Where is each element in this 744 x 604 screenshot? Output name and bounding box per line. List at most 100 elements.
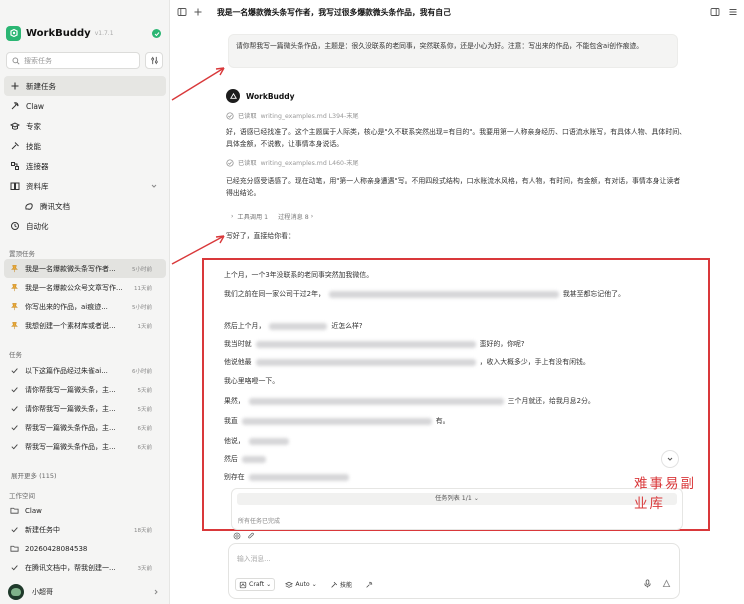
brand: WorkBuddy v1.7.1 (6, 24, 114, 42)
workspace-item[interactable]: Claw (4, 501, 166, 520)
read-file-name: writing_examples.md L460-末尾 (260, 160, 359, 167)
pinned-task-item[interactable]: 我想创建一个素材库或者说... 1天前 (4, 316, 166, 335)
task-item[interactable]: 请你帮我写一篇微头条，主... 5天前 (4, 380, 166, 399)
assistant-paragraph: 已经充分感受语感了。现在动笔，用"第一人称亲身遭遇"写。不用四段式结构，口水账流… (226, 177, 681, 197)
task-time: 6天前 (137, 425, 153, 432)
library-icon (10, 181, 20, 191)
task-item[interactable]: 帮我写一篇微头条作品，主... 6天前 (4, 437, 166, 456)
skills-button[interactable]: 技能 (327, 578, 355, 591)
send-icon[interactable] (662, 579, 671, 588)
folder-icon (10, 544, 19, 553)
task-time: 5天前 (137, 406, 153, 413)
nav-tencent-docs[interactable]: 腾讯文档 (4, 196, 166, 216)
filter-icon (150, 56, 158, 65)
nav-expert[interactable]: 专家 (4, 116, 166, 136)
task-title: 请你帮我写一篇微头条，主... (25, 385, 116, 394)
workspace-title: 20260428084538 (25, 544, 88, 553)
workspace-item[interactable]: 在腾讯文档中，帮我创建一... 3天前 (4, 558, 166, 577)
sidebar-toggle-icon[interactable] (177, 7, 187, 17)
article-line: 我们之前在同一家公司干过2年， 我甚至都忘记他了。 (224, 290, 625, 298)
tool-call-label: 工具调用 1 (237, 214, 269, 221)
nav-claw[interactable]: Claw (4, 96, 166, 116)
paperclip-icon[interactable] (247, 532, 255, 540)
article-line: 他说他最 ，收入大概多少，手上有没有闲钱。 (224, 358, 590, 366)
connector-icon (10, 161, 20, 171)
user-profile[interactable]: 小超哥 (8, 583, 162, 601)
workspace-list: Claw 新建任务中 18天前 20260428084538 在腾讯文档中，帮我… (4, 501, 166, 577)
page-title: 我是一名爆款微头条写作者，我写过很多爆款微头条作品，我有自己 (217, 7, 451, 17)
nav-library[interactable]: 资料库 (4, 176, 166, 196)
tools-button[interactable] (362, 578, 378, 591)
menu-icon[interactable] (728, 7, 738, 17)
process-msg-toggle[interactable]: 过程消息 8 › (278, 212, 313, 221)
sidebar-nav: 新建任务 Claw 专家 技能 连接器 资料库 腾讯文档 自动化 (4, 76, 166, 236)
task-item[interactable]: 以下这篇作品经过朱雀ai... 6小时前 (4, 361, 166, 380)
article-line: 果然， 三个月就还，给我月息2分。 (224, 397, 595, 405)
user-name: 小超哥 (32, 588, 53, 596)
read-label: 已读取 (238, 113, 257, 120)
workspace-item[interactable]: 20260428084538 (4, 539, 166, 558)
expand-more-link[interactable]: 展开更多 (115) (11, 470, 57, 480)
mode-select[interactable]: Craft ⌄ (235, 578, 276, 591)
task-title: 我是一名爆款微头条写作者... (25, 264, 116, 273)
pinned-task-item[interactable]: 你写出来的作品，ai痕迹... 5小时前 (4, 297, 166, 316)
nav-connector[interactable]: 连接器 (4, 156, 166, 176)
nav-skill[interactable]: 技能 (4, 136, 166, 156)
article-line: 然后 (224, 453, 270, 463)
craft-icon (239, 581, 247, 588)
message-input[interactable] (237, 553, 657, 567)
nav-label: 专家 (26, 121, 41, 131)
check-icon (10, 423, 19, 432)
task-list-header[interactable]: 任务列表 1/1 ⌄ (237, 493, 677, 505)
read-file-name: writing_examples.md L394-末尾 (260, 113, 359, 120)
filter-button[interactable] (145, 52, 163, 69)
new-tab-icon[interactable] (193, 7, 203, 17)
nav-automation[interactable]: 自动化 (4, 216, 166, 236)
task-time: 6天前 (137, 444, 153, 451)
mention-icon[interactable] (233, 532, 241, 540)
claw-icon (10, 101, 20, 111)
top-bar: 我是一名爆款微头条写作者，我写过很多爆款微头条作品，我有自己 (171, 0, 744, 24)
task-time: 5小时前 (132, 266, 152, 273)
task-title: 帮我写一篇微头条作品，主... (25, 423, 116, 432)
task-item[interactable]: 请你帮我写一篇微头条，主... 5天前 (4, 399, 166, 418)
task-time: 3天前 (137, 565, 153, 572)
model-select[interactable]: Auto ⌄ (282, 578, 320, 591)
read-file-status[interactable]: 已读取 writing_examples.md L394-末尾 (226, 111, 359, 120)
task-time: 11天前 (134, 285, 152, 292)
pinned-task-item[interactable]: 我是一名爆款公众号文章写作... 11天前 (4, 278, 166, 297)
task-item[interactable]: 帮我写一篇微头条作品，主... 6天前 (4, 418, 166, 437)
nav-label: Claw (26, 101, 45, 111)
assistant-paragraph: 好，语感已经找准了。这个主题属于人际类，核心是"久不联系突然出现=有目的"。我要… (226, 128, 686, 148)
workspace-item[interactable]: 新建任务中 18天前 (4, 520, 166, 539)
watermark-text: 难事易副业库 (634, 476, 696, 512)
split-view-icon[interactable] (710, 7, 720, 17)
article-line: 上个月，一个3年没联系的老同事突然加我微信。 (224, 271, 374, 279)
pin-icon (10, 302, 19, 311)
tool-call-toggle[interactable]: › 工具调用 1 (231, 212, 268, 221)
assistant-logo-icon (226, 89, 240, 103)
search-input[interactable] (24, 56, 124, 65)
online-status-icon[interactable] (152, 29, 161, 38)
workspace-title: Claw (25, 506, 42, 515)
chevron-down-icon[interactable] (150, 182, 158, 190)
auto-label: Auto (295, 581, 310, 588)
scroll-down-button[interactable] (661, 450, 679, 468)
check-icon (10, 442, 19, 451)
chevron-right-icon (154, 589, 158, 595)
tool-summary: › 工具调用 1 过程消息 8 › (231, 212, 313, 221)
skill-icon (10, 141, 20, 151)
nav-label: 技能 (26, 141, 41, 151)
read-file-status[interactable]: 已读取 writing_examples.md L460-末尾 (226, 158, 359, 167)
task-title: 以下这篇作品经过朱雀ai... (25, 366, 108, 375)
nav-label: 连接器 (26, 161, 49, 171)
sidebar: WorkBuddy v1.7.1 新建任务 Claw 专家 技能 连接器 (0, 0, 170, 604)
check-icon (10, 525, 19, 534)
nav-new-task[interactable]: 新建任务 (4, 76, 166, 96)
process-msg-label: 过程消息 8 (278, 214, 309, 221)
microphone-icon[interactable] (643, 579, 652, 588)
pin-icon (10, 283, 19, 292)
pinned-task-item[interactable]: 我是一名爆款微头条写作者... 5小时前 (4, 259, 166, 278)
app-name: WorkBuddy (26, 27, 91, 39)
article-line: 他说， (224, 435, 293, 445)
